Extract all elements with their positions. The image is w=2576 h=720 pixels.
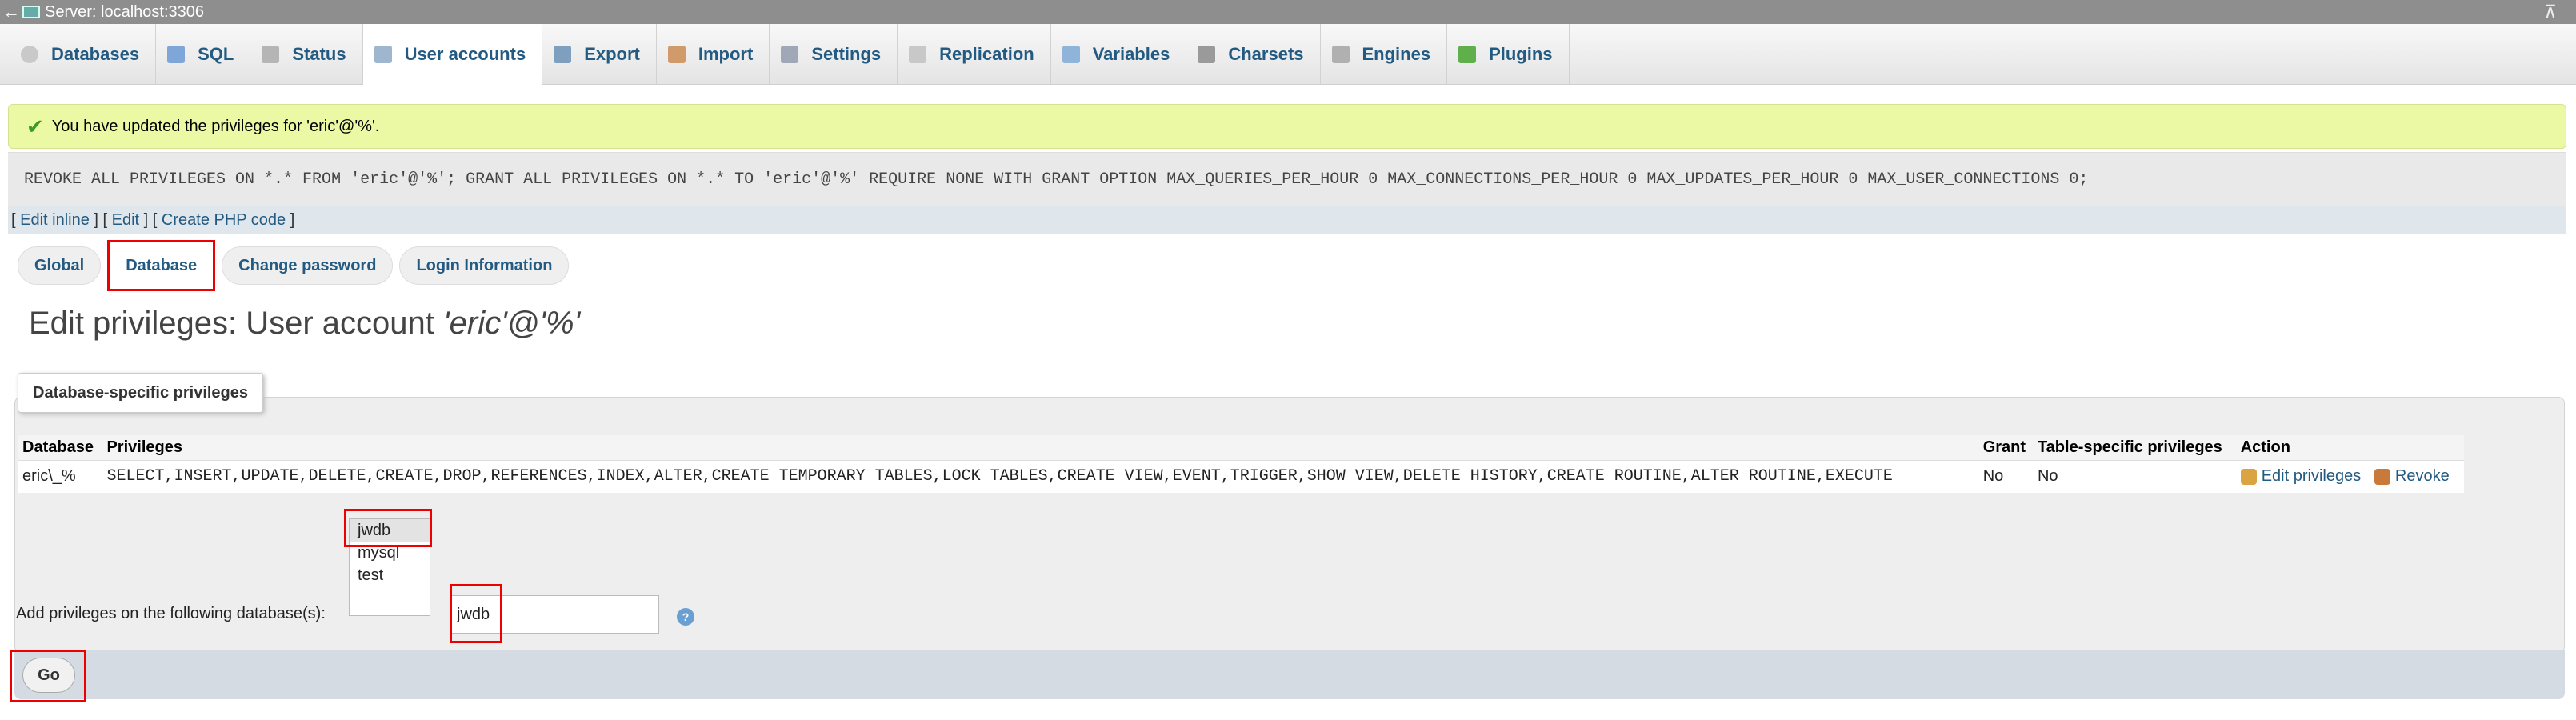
page-title: Edit privileges: User account 'eric'@'%' <box>29 306 581 341</box>
success-message: ✔ You have updated the privileges for 'e… <box>8 104 2566 149</box>
col-grant: Grant <box>1978 435 2033 461</box>
tab-user-accounts[interactable]: User accounts <box>362 24 543 86</box>
replication-icon <box>909 45 927 63</box>
main-tabs: Databases SQL Status User accounts Expor… <box>0 24 2576 86</box>
tab-export[interactable]: Export <box>542 24 657 84</box>
highlight-input <box>450 584 502 643</box>
server-title[interactable]: Server: localhost:3306 <box>45 3 204 22</box>
fieldset-legend: Database-specific privileges <box>18 373 264 413</box>
create-php-link[interactable]: Create PHP code <box>162 211 286 230</box>
highlight-go <box>10 650 86 702</box>
wrench-icon <box>781 45 799 63</box>
revoke-link[interactable]: Revoke <box>2395 467 2450 485</box>
add-privileges-label: Add privileges on the following database… <box>16 605 326 622</box>
users-icon <box>374 45 392 63</box>
server-icon <box>22 6 40 18</box>
tab-databases[interactable]: Databases <box>10 24 157 84</box>
revoke-icon <box>2374 468 2390 485</box>
server-bar: ← Server: localhost:3306 ⊼ <box>0 0 2576 24</box>
tab-engines[interactable]: Engines <box>1321 24 1448 84</box>
table-row: eric\_% SELECT,INSERT,UPDATE,DELETE,CREA… <box>18 460 2464 493</box>
col-privileges: Privileges <box>102 435 1978 461</box>
edit-link[interactable]: Edit <box>112 211 139 230</box>
database-icon <box>21 45 38 63</box>
tab-import[interactable]: Import <box>657 24 770 84</box>
table-header-row: Database Privileges Grant Table-specific… <box>18 435 2464 461</box>
export-icon <box>554 45 572 63</box>
variables-icon <box>1062 45 1080 63</box>
edit-inline-link[interactable]: Edit inline <box>20 211 90 230</box>
tab-plugins[interactable]: Plugins <box>1447 24 1570 84</box>
tab-sql[interactable]: SQL <box>156 24 251 84</box>
help-icon[interactable]: ? <box>677 608 694 626</box>
privilege-subtabs: Global Database Change password Login In… <box>18 240 570 291</box>
engines-icon <box>1331 45 1350 63</box>
edit-privileges-icon <box>2240 468 2257 485</box>
cell-grant: No <box>1978 460 2033 493</box>
sql-query-box: REVOKE ALL PRIVILEGES ON *.* FROM 'eric'… <box>8 152 2566 206</box>
subtab-change-password[interactable]: Change password <box>222 246 394 285</box>
subtab-global[interactable]: Global <box>18 246 102 285</box>
col-table-specific: Table-specific privileges <box>2032 435 2236 461</box>
success-text: You have updated the privileges for 'eri… <box>51 117 380 135</box>
plugin-icon <box>1458 45 1477 63</box>
sql-query: REVOKE ALL PRIVILEGES ON *.* FROM 'eric'… <box>24 170 2089 189</box>
col-database: Database <box>18 435 102 461</box>
edit-privileges-link[interactable]: Edit privileges <box>2262 467 2362 485</box>
collapse-icon[interactable]: ⊼ <box>2544 2 2557 22</box>
tab-variables[interactable]: Variables <box>1051 24 1187 84</box>
sql-icon <box>167 45 186 63</box>
go-bar <box>14 650 2565 699</box>
charsets-icon <box>1198 45 1216 63</box>
tab-status[interactable]: Status <box>250 24 363 84</box>
col-action: Action <box>2235 435 2464 461</box>
tab-replication[interactable]: Replication <box>898 24 1051 84</box>
cell-privileges: SELECT,INSERT,UPDATE,DELETE,CREATE,DROP,… <box>102 460 1978 493</box>
subtab-login-information[interactable]: Login Information <box>399 246 570 285</box>
import-icon <box>667 45 686 63</box>
back-arrow-icon[interactable]: ← <box>0 2 22 22</box>
privileges-table: Database Privileges Grant Table-specific… <box>18 435 2464 493</box>
checkmark-icon: ✔ <box>26 114 44 138</box>
db-option-test[interactable]: test <box>350 564 430 586</box>
highlight-listbox <box>344 509 432 547</box>
tab-charsets[interactable]: Charsets <box>1186 24 1321 84</box>
cell-database: eric\_% <box>18 460 102 493</box>
subtab-database[interactable]: Database <box>107 240 216 291</box>
cell-action: Edit privileges Revoke <box>2235 460 2464 493</box>
account-name: 'eric'@'%' <box>443 306 581 341</box>
status-icon <box>262 45 280 63</box>
sql-links: [ Edit inline ] [ Edit ] [ Create PHP co… <box>8 206 2566 234</box>
tab-settings[interactable]: Settings <box>770 24 898 84</box>
cell-table-specific: No <box>2032 460 2236 493</box>
